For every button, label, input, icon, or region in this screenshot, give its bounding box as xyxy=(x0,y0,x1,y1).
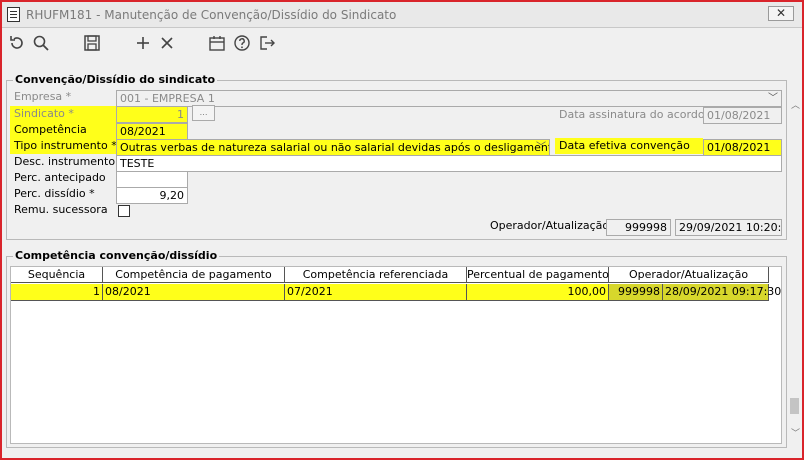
competencia-grid: Sequência Competência de pagamento Compe… xyxy=(10,266,782,444)
cell-comp-referenciada: 07/2021 xyxy=(285,284,467,301)
remu-sucessora-checkbox[interactable] xyxy=(118,205,130,217)
chevron-down-icon: ﹀ xyxy=(536,142,546,153)
data-efetiva-label: Data efetiva convenção xyxy=(555,138,703,154)
chevron-down-icon: ﹀ xyxy=(768,93,778,104)
sindicato-lookup-button[interactable]: ⋯ xyxy=(192,105,215,121)
main-window: RHUFM181 - Manutenção de Convenção/Dissí… xyxy=(0,0,804,460)
cell-operador: 999998 xyxy=(609,284,663,301)
delete-icon[interactable] xyxy=(156,34,178,56)
perc-antecipado-field[interactable] xyxy=(116,171,188,188)
data-assinatura-value: 01/08/2021 xyxy=(707,109,771,122)
competencia-field[interactable]: 08/2021 xyxy=(116,123,188,140)
desc-instrumento-label: Desc. instrumento * xyxy=(14,155,125,168)
scroll-down-icon[interactable]: ﹀ xyxy=(791,426,800,439)
scroll-thumb[interactable] xyxy=(790,398,799,414)
data-assinatura-label: Data assinatura do acordo * xyxy=(559,108,714,121)
cell-sequencia: 1 xyxy=(11,284,103,301)
empresa-select[interactable]: 001 - EMPRESA 1 ﹀ xyxy=(116,90,782,107)
column-header-percentual[interactable]: Percentual de pagamento xyxy=(467,267,609,283)
column-header-sequencia[interactable]: Sequência xyxy=(11,267,103,283)
cell-comp-pagamento: 08/2021 xyxy=(103,284,285,301)
empresa-value: 001 - EMPRESA 1 xyxy=(120,92,215,105)
competencia-group-title: Competência convenção/dissídio xyxy=(13,249,220,262)
scroll-up-icon[interactable]: ︿ xyxy=(791,98,800,111)
cell-atualizacao: 28/09/2021 09:17:30 xyxy=(663,284,781,301)
operador-user-field: 999998 xyxy=(606,219,671,236)
tipo-instrumento-label: Tipo instrumento * xyxy=(10,138,117,154)
empresa-label: Empresa * xyxy=(14,90,72,103)
convencao-group-title: Convenção/Dissídio do sindicato xyxy=(13,73,218,86)
column-header-comp-pagamento[interactable]: Competência de pagamento xyxy=(103,267,285,283)
data-efetiva-value: 01/08/2021 xyxy=(707,141,771,154)
competencia-label: Competência xyxy=(10,122,116,138)
save-icon[interactable] xyxy=(81,34,103,56)
vertical-scrollbar[interactable]: ︿ ﹀ xyxy=(788,98,802,444)
exit-icon[interactable] xyxy=(256,34,278,56)
cell-percentual: 100,00 xyxy=(467,284,609,301)
perc-dissidio-label: Perc. dissídio * xyxy=(14,187,95,200)
column-header-comp-referenciada[interactable]: Competência referenciada xyxy=(285,267,467,283)
competencia-value: 08/2021 xyxy=(120,125,166,138)
data-efetiva-field[interactable]: 01/08/2021 xyxy=(703,139,782,156)
refresh-icon[interactable] xyxy=(6,34,28,56)
calendar-icon[interactable] xyxy=(206,34,228,56)
perc-antecipado-label: Perc. antecipado xyxy=(14,171,106,184)
window-title: RHUFM181 - Manutenção de Convenção/Dissí… xyxy=(26,8,397,22)
column-header-operador[interactable]: Operador/Atualização xyxy=(609,267,769,283)
sindicato-field[interactable]: 1 xyxy=(116,106,188,123)
desc-instrumento-field[interactable]: TESTE xyxy=(116,155,782,172)
perc-dissidio-field[interactable]: 9,20 xyxy=(116,187,188,204)
add-icon[interactable] xyxy=(132,34,154,56)
close-icon: ✕ xyxy=(775,6,787,20)
tipo-instrumento-value: Outras verbas de natureza salarial ou nã… xyxy=(120,141,550,154)
toolbar xyxy=(2,30,802,62)
operador-user-value: 999998 xyxy=(625,221,667,234)
sindicato-value: 1 xyxy=(177,108,184,121)
sindicato-label: Sindicato * xyxy=(10,106,116,122)
operador-datetime-field: 29/09/2021 10:20:41 xyxy=(675,219,782,236)
document-icon xyxy=(7,7,20,22)
help-icon[interactable] xyxy=(231,34,253,56)
title-bar: RHUFM181 - Manutenção de Convenção/Dissí… xyxy=(2,2,802,28)
search-icon[interactable] xyxy=(30,34,52,56)
tipo-instrumento-select[interactable]: Outras verbas de natureza salarial ou nã… xyxy=(116,139,550,156)
lookup-icon: ⋯ xyxy=(199,110,208,119)
operador-datetime-value: 29/09/2021 10:20:41 xyxy=(679,221,782,234)
remu-sucessora-label: Remu. sucessora xyxy=(14,203,108,216)
operador-label: Operador/Atualização xyxy=(490,219,610,232)
close-button[interactable]: ✕ xyxy=(768,6,794,21)
desc-instrumento-value: TESTE xyxy=(120,157,155,170)
data-assinatura-field[interactable]: 01/08/2021 xyxy=(703,107,782,124)
perc-dissidio-value: 9,20 xyxy=(159,189,185,202)
